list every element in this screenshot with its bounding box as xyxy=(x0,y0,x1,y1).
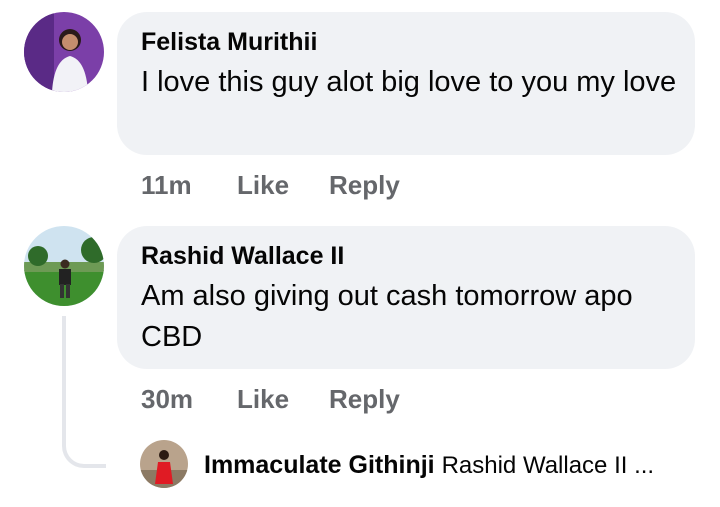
reply-button[interactable]: Reply xyxy=(329,384,400,415)
like-button[interactable]: Like xyxy=(237,170,289,201)
comment-text: I love this guy alot big love to you my … xyxy=(141,66,677,98)
comment-time[interactable]: 30m xyxy=(141,384,193,414)
reply-button[interactable]: Reply xyxy=(329,170,400,201)
comment-text: Am also giving out cash tomorrow apo CBD xyxy=(141,280,633,353)
like-button[interactable]: Like xyxy=(237,384,289,415)
comment-time[interactable]: 11m xyxy=(141,170,192,200)
avatar-felista[interactable] xyxy=(24,12,104,92)
comment-actions: 30m Like Reply xyxy=(141,384,400,415)
comment-actions: 11m Like Reply xyxy=(141,170,400,201)
thread-connector-line xyxy=(62,316,66,436)
reply-snippet: Rashid Wallace II ... xyxy=(441,452,655,479)
thread-connector-curve xyxy=(62,430,106,468)
profile-photo-icon xyxy=(24,226,104,306)
comment-author[interactable]: Felista Murithii xyxy=(141,28,317,57)
reply-preview[interactable]: Immaculate Githinji Rashid Wallace II ..… xyxy=(204,451,654,480)
profile-photo-icon xyxy=(140,440,188,488)
avatar-immaculate[interactable] xyxy=(140,440,188,488)
avatar-rashid[interactable] xyxy=(24,226,104,306)
comment-author[interactable]: Rashid Wallace II xyxy=(141,242,344,271)
profile-photo-icon xyxy=(24,12,104,92)
reply-author: Immaculate Githinji xyxy=(204,451,435,479)
